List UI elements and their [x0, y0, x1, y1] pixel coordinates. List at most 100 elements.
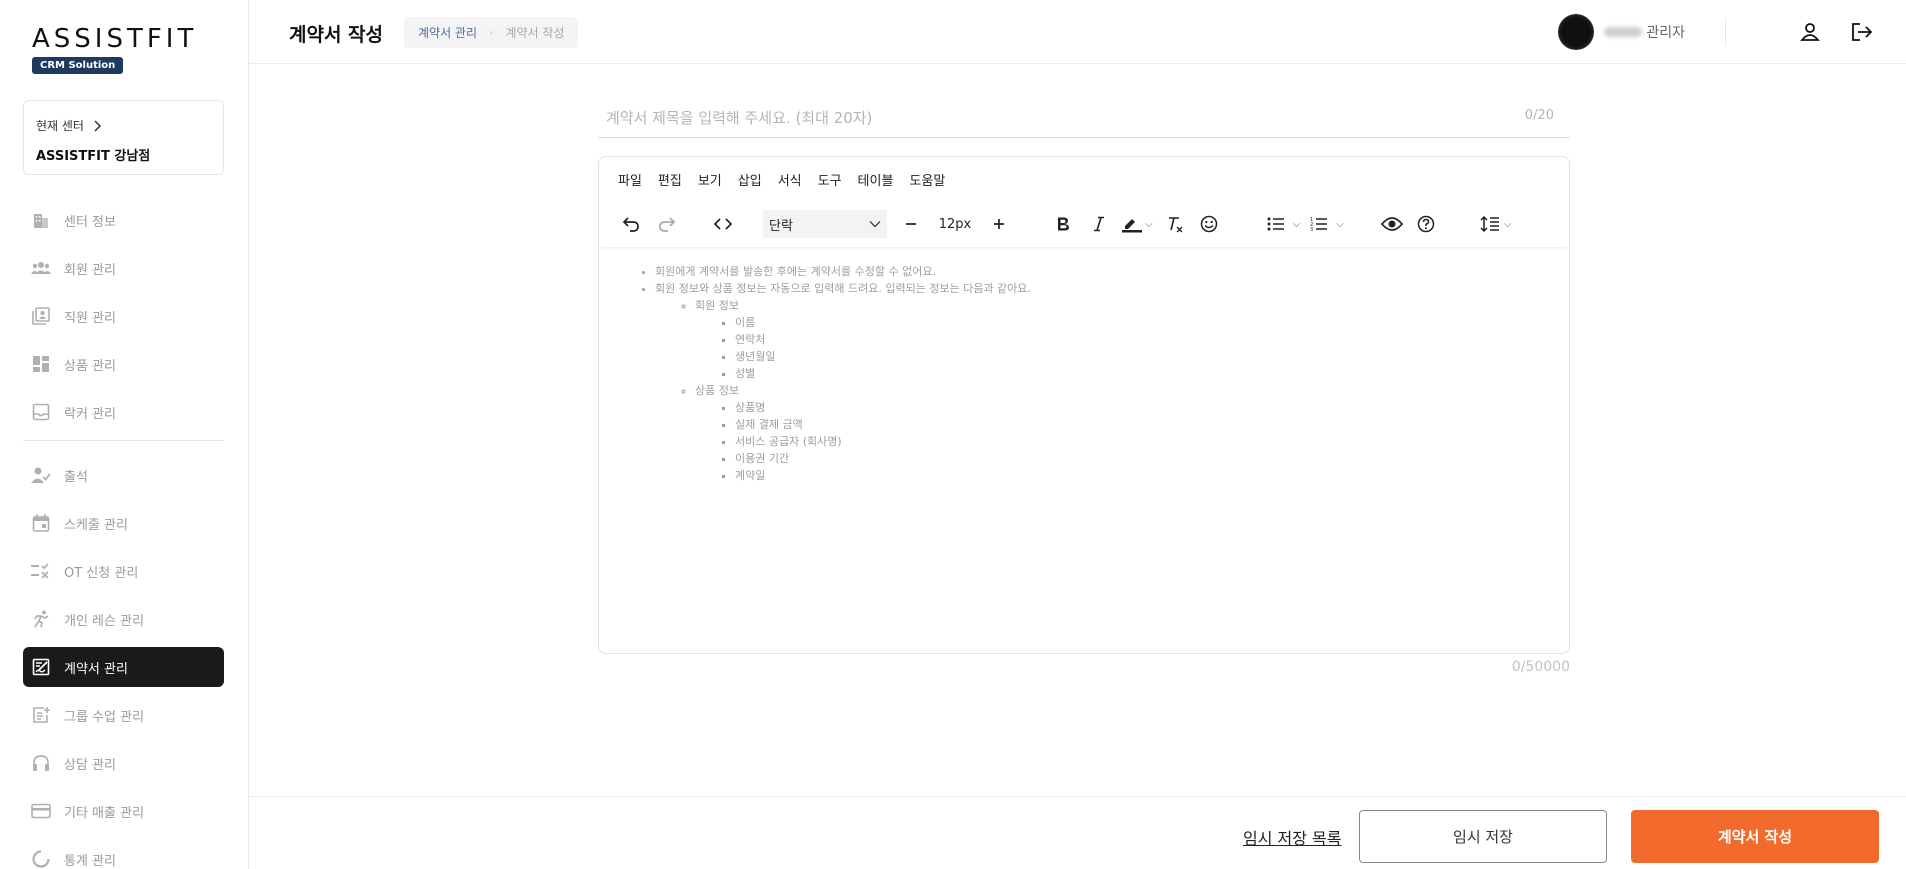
inbox-icon	[31, 402, 51, 422]
help-icon[interactable]	[1412, 210, 1440, 238]
product-field-list: 상품명 실제 결제 금액 서비스 공급자 (회사명) 이용권 기간 계약일	[695, 399, 1569, 484]
sidebar-item-members[interactable]: 회원 관리	[23, 248, 224, 288]
menu-help[interactable]: 도움말	[909, 170, 945, 189]
svg-text:3: 3	[1310, 227, 1313, 232]
breadcrumb-item-current: 계약서 작성	[505, 26, 565, 40]
font-size-increase-icon[interactable]	[985, 210, 1013, 238]
footer-action-bar: 임시 저장 목록 임시 저장 계약서 작성	[249, 796, 1906, 869]
chevron-down-icon: ⌵	[1145, 218, 1153, 230]
sidebar-item-label: 직원 관리	[64, 310, 116, 326]
italic-icon[interactable]	[1085, 210, 1113, 238]
preview-eye-icon[interactable]	[1378, 210, 1406, 238]
add-note-icon	[31, 705, 51, 725]
header-user-area: 관리자	[1558, 14, 1874, 50]
sidebar-item-other-sales[interactable]: 기타 매출 관리	[23, 791, 224, 831]
breadcrumb: 계약서 관리 › 계약서 작성	[404, 17, 579, 48]
card-icon	[31, 801, 51, 821]
menu-file[interactable]: 파일	[618, 170, 642, 189]
clear-format-icon[interactable]	[1161, 210, 1189, 238]
numbered-list-icon[interactable]: 1 2 3 ⌵	[1310, 210, 1344, 238]
save-draft-button[interactable]: 임시 저장	[1359, 810, 1607, 863]
sidebar-item-label: 센터 정보	[64, 214, 116, 230]
sidebar-item-schedule[interactable]: 스케줄 관리	[23, 503, 224, 543]
sidebar-item-label: 통계 관리	[64, 853, 116, 869]
current-center-card[interactable]: 현재 센터 ASSISTFIT 강남점	[23, 100, 224, 175]
menu-format[interactable]: 서식	[778, 170, 802, 189]
font-size-value[interactable]: 12px	[933, 217, 977, 232]
current-center-label[interactable]: 현재 센터	[36, 117, 102, 134]
menu-view[interactable]: 보기	[698, 170, 722, 189]
sidebar-divider	[23, 440, 224, 441]
create-contract-button[interactable]: 계약서 작성	[1631, 810, 1879, 863]
sidebar-item-label: 출석	[64, 469, 88, 485]
font-size-stepper: 12px	[897, 210, 1013, 238]
sidebar-item-label: 계약서 관리	[64, 661, 128, 677]
sidebar-nav: 센터 정보 회원 관리 직원 관리 상품 관리 락커 관리 출석 스케줄 관리	[23, 200, 224, 869]
editor-content-area[interactable]: 회원에게 계약서를 발송한 후에는 계약서를 수정할 수 없어요. 회원 정보와…	[599, 247, 1569, 653]
sidebar: ASSISTFIT CRM Solution 현재 센터 ASSISTFIT 강…	[0, 0, 249, 869]
title-field-wrapper: 0/20	[598, 100, 1570, 138]
field-group-title: 상품 정보	[695, 384, 739, 397]
redo-icon[interactable]	[653, 210, 681, 238]
list-item: 이름	[735, 314, 1569, 331]
rich-text-editor: 파일 편집 보기 삽입 서식 도구 테이블 도움말 단락 12px ⌵ ⌵ 12…	[598, 156, 1570, 654]
bold-icon[interactable]	[1049, 210, 1077, 238]
header: 계약서 작성 계약서 관리 › 계약서 작성 관리자	[249, 0, 1906, 64]
sidebar-item-attendance[interactable]: 출석	[23, 455, 224, 495]
list-item: 생년월일	[735, 348, 1569, 365]
bullet-list-icon[interactable]: ⌵	[1267, 210, 1300, 238]
draft-list-link[interactable]: 임시 저장 목록	[1243, 825, 1342, 849]
page-title: 계약서 작성	[289, 24, 384, 46]
block-format-select[interactable]: 단락	[763, 210, 887, 238]
headset-icon	[31, 753, 51, 773]
avatar[interactable]	[1558, 14, 1595, 50]
notice-item: 회원 정보와 상품 정보는 자동으로 입력해 드려요. 입력되는 정보는 다음과…	[655, 280, 1569, 484]
editor-toolbar: 단락 12px ⌵ ⌵ 1 2 3 ⌵ ⌵	[599, 201, 1569, 247]
emoji-icon[interactable]	[1195, 210, 1223, 238]
profile-icon[interactable]	[1798, 20, 1822, 44]
field-group: 상품 정보 상품명 실제 결제 금액 서비스 공급자 (회사명) 이용권 기간 …	[695, 382, 1569, 484]
menu-insert[interactable]: 삽입	[738, 170, 762, 189]
sidebar-item-label: 그룹 수업 관리	[64, 709, 145, 725]
menu-edit[interactable]: 편집	[658, 170, 682, 189]
undo-icon[interactable]	[617, 210, 645, 238]
font-size-decrease-icon[interactable]	[897, 210, 925, 238]
user-check-icon	[31, 465, 51, 485]
notice-text: 회원 정보와 상품 정보는 자동으로 입력해 드려요. 입력되는 정보는 다음과…	[655, 282, 1031, 295]
brand-logo[interactable]: ASSISTFIT	[32, 24, 197, 54]
menu-tools[interactable]: 도구	[818, 170, 842, 189]
sidebar-item-label: 상품 관리	[64, 358, 116, 374]
breadcrumb-item-contracts[interactable]: 계약서 관리	[418, 24, 477, 41]
staff-icon	[31, 306, 51, 326]
sidebar-item-statistics[interactable]: 통계 관리	[23, 839, 224, 869]
sidebar-item-private-lesson[interactable]: 개인 레슨 관리	[23, 599, 224, 639]
line-height-icon[interactable]: ⌵	[1480, 210, 1511, 238]
block-format-value: 단락	[769, 218, 793, 234]
highlight-color-icon[interactable]: ⌵	[1121, 210, 1153, 238]
crm-badge: CRM Solution	[32, 57, 124, 74]
sidebar-item-products[interactable]: 상품 관리	[23, 344, 224, 384]
field-group-title: 회원 정보	[695, 299, 739, 312]
sidebar-item-label: 개인 레슨 관리	[64, 613, 145, 629]
sidebar-item-locker[interactable]: 락커 관리	[23, 392, 224, 432]
menu-table[interactable]: 테이블	[858, 170, 894, 189]
sidebar-item-consultation[interactable]: 상담 관리	[23, 743, 224, 783]
contract-icon	[31, 657, 51, 677]
contract-title-input[interactable]	[598, 100, 1498, 136]
sidebar-item-staff[interactable]: 직원 관리	[23, 296, 224, 336]
auto-field-groups: 회원 정보 이름 연락처 생년월일 성별 상품 정보 상품명 실제 결제 금액	[655, 297, 1569, 484]
sidebar-item-center-info[interactable]: 센터 정보	[23, 200, 224, 240]
calendar-icon	[31, 513, 51, 533]
logout-icon[interactable]	[1850, 20, 1874, 44]
current-center-name: ASSISTFIT 강남점	[36, 149, 151, 164]
sidebar-item-group-class[interactable]: 그룹 수업 관리	[23, 695, 224, 735]
notice-item: 회원에게 계약서를 발송한 후에는 계약서를 수정할 수 없어요.	[655, 263, 1569, 280]
sidebar-item-ot-request[interactable]: OT 신청 관리	[23, 551, 224, 591]
chevron-down-icon: ⌵	[1336, 218, 1344, 230]
code-view-icon[interactable]	[709, 210, 737, 238]
user-role: 관리자	[1646, 25, 1685, 41]
list-item: 이용권 기간	[735, 450, 1569, 467]
editor-menubar: 파일 편집 보기 삽입 서식 도구 테이블 도움말	[599, 157, 1569, 201]
sidebar-item-contracts[interactable]: 계약서 관리	[23, 647, 224, 687]
chevron-right-icon	[94, 119, 102, 132]
